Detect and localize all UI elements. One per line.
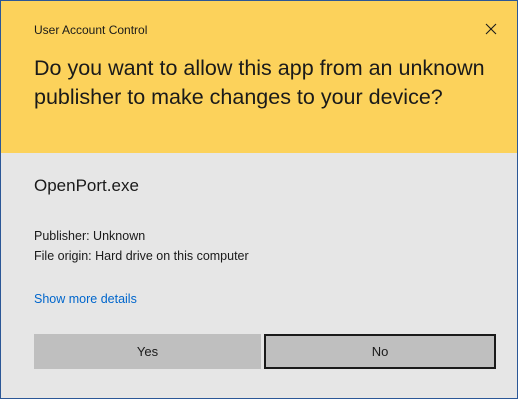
yes-button[interactable]: Yes	[34, 334, 261, 369]
dialog-content: OpenPort.exe Publisher: Unknown File ori…	[1, 153, 517, 398]
publisher-info: Publisher: Unknown	[34, 229, 146, 243]
app-name: OpenPort.exe	[34, 176, 139, 195]
file-origin-info: File origin: Hard drive on this computer	[34, 249, 249, 263]
dialog-question: Do you want to allow this app from an un…	[34, 56, 485, 109]
uac-dialog: User Account Control Do you want to allo…	[0, 0, 518, 399]
no-button[interactable]: No	[264, 334, 496, 369]
show-more-details-link[interactable]: Show more details	[34, 292, 137, 306]
dialog-title: User Account Control	[34, 23, 148, 37]
dialog-header: User Account Control Do you want to allo…	[1, 1, 517, 153]
close-button[interactable]	[477, 17, 505, 41]
close-icon	[485, 23, 497, 35]
